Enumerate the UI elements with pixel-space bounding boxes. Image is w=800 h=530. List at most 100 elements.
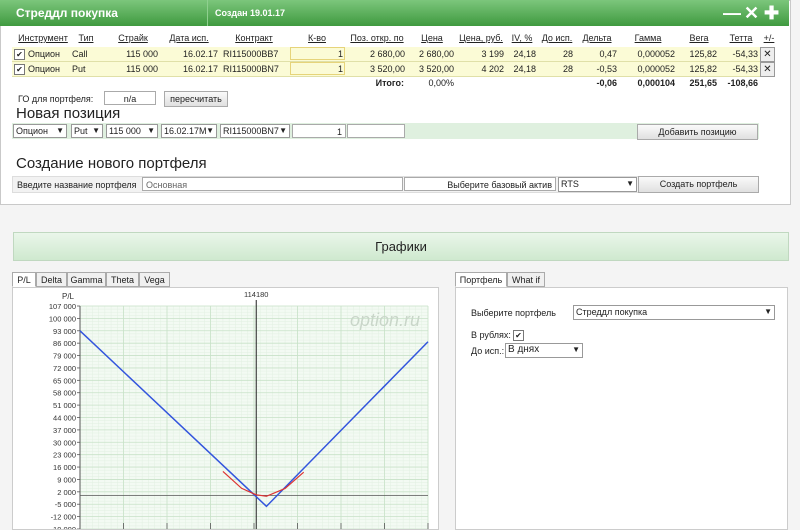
- asset-select[interactable]: RTS ▼: [558, 177, 637, 192]
- col-header-delta[interactable]: Дельта: [577, 31, 617, 45]
- date-select[interactable]: 16.02.17M ▼: [161, 124, 217, 138]
- cell-open: 2 680,00: [369, 49, 405, 59]
- cell-theta: -54,33: [732, 64, 758, 74]
- cell-contract: RI115000BB7: [223, 49, 279, 59]
- create-portfolio-button[interactable]: Создать портфель: [638, 176, 759, 193]
- col-header-price[interactable]: Цена: [409, 31, 455, 45]
- chevron-down-icon: ▼: [206, 126, 214, 135]
- y-tick-label: 2 000: [57, 488, 76, 497]
- tab-portfolio[interactable]: Портфель: [455, 272, 507, 287]
- contract-select[interactable]: RI115000BN7 ▼: [220, 124, 290, 138]
- col-header-vega[interactable]: Вега: [678, 31, 720, 45]
- chevron-down-icon: ▼: [56, 126, 64, 135]
- watermark: option.ru: [350, 310, 420, 330]
- col-header-contract[interactable]: Контракт: [220, 31, 288, 45]
- cell-price-rub: 4 202: [481, 64, 504, 74]
- chevron-down-icon: ▼: [279, 126, 287, 135]
- y-tick-label: 30 000: [53, 438, 76, 447]
- strike-select[interactable]: 115 000 ▼: [106, 124, 158, 138]
- total-delta: -0,06: [596, 78, 617, 88]
- cell-delta: 0,47: [599, 49, 617, 59]
- y-tick-label: 86 000: [53, 339, 76, 348]
- cell-open: 3 520,00: [369, 64, 405, 74]
- cell-strike: 115 000: [126, 64, 158, 74]
- pl-chart: 107 000 100 000 93 000 86 000 79 000 72 000 65…: [49, 290, 429, 529]
- tab-theta[interactable]: Theta: [106, 272, 139, 287]
- type-value: Put: [74, 126, 88, 136]
- minimize-icon[interactable]: —: [723, 4, 741, 22]
- cell-type: Call: [72, 49, 88, 59]
- y-tick-label: -12 000: [51, 513, 76, 522]
- chevron-down-icon: ▼: [92, 126, 100, 135]
- date-value: 16.02.17M: [164, 126, 207, 136]
- col-header-price-rub[interactable]: Цена, руб.: [456, 31, 506, 45]
- cell-date: 16.02.17: [182, 49, 218, 59]
- cell-price: 2 680,00: [418, 49, 454, 59]
- cell-theta: -54,33: [732, 49, 758, 59]
- charts-header: Графики: [13, 232, 789, 261]
- tab-what-if[interactable]: What if: [507, 272, 545, 287]
- days-label: До исп.:: [471, 346, 505, 356]
- cell-iv: 24,18: [513, 49, 536, 59]
- go-label: ГО для портфеля:: [18, 94, 94, 104]
- qty-field-border: [290, 62, 345, 75]
- add-position-button[interactable]: Добавить позицию: [637, 124, 758, 140]
- rub-label: В рублях:: [471, 330, 511, 340]
- cell-vega: 125,82: [689, 64, 717, 74]
- col-header-strike[interactable]: Страйк: [108, 31, 158, 45]
- strike-value: 115 000: [109, 126, 141, 136]
- y-tick-label: 107 000: [49, 302, 76, 311]
- cell-strike: 115 000: [126, 49, 158, 59]
- col-header-date[interactable]: Дата исп.: [160, 31, 218, 45]
- col-header-type[interactable]: Тип: [68, 31, 104, 45]
- remove-row-icon[interactable]: ✕: [760, 47, 775, 62]
- qty-field-border: [290, 47, 345, 60]
- portfolio-select-label: Выберите портфель: [471, 308, 556, 318]
- open-price-input[interactable]: [347, 124, 405, 138]
- portfolio-select[interactable]: Стреддл покупка ▼: [573, 305, 775, 320]
- close-icon[interactable]: ✕: [744, 4, 759, 22]
- cell-contract: RI115000BN7: [223, 64, 279, 74]
- y-tick-label: 58 000: [53, 389, 76, 398]
- tab-vega[interactable]: Vega: [139, 272, 170, 287]
- row-checkbox[interactable]: ✔: [14, 64, 25, 75]
- total-theta: -108,66: [727, 78, 758, 88]
- y-axis-label: P/L: [62, 292, 75, 301]
- portfolio-title: Стреддл покупка: [16, 6, 118, 20]
- charts-title: Графики: [375, 239, 427, 254]
- cell-type: Put: [72, 64, 86, 74]
- y-tick-label: 72 000: [53, 364, 76, 373]
- row-checkbox[interactable]: ✔: [14, 49, 25, 60]
- cell-price: 3 520,00: [418, 64, 454, 74]
- total-label: Итого:: [375, 78, 404, 88]
- col-header-iv[interactable]: IV, %: [508, 31, 536, 45]
- days-select[interactable]: В днях ▼: [505, 343, 583, 358]
- cell-gamma: 0,000052: [637, 64, 675, 74]
- quantity-input[interactable]: 1: [292, 124, 346, 138]
- y-tick-label: 93 000: [53, 327, 76, 336]
- col-header-gamma[interactable]: Гамма: [619, 31, 677, 45]
- col-header-days[interactable]: До исп.: [538, 31, 576, 45]
- col-header-instrument[interactable]: Инструмент: [13, 31, 73, 45]
- col-header-open[interactable]: Поз. откр. по: [347, 31, 407, 45]
- add-icon[interactable]: ✚: [764, 4, 779, 22]
- type-select[interactable]: Put ▼: [71, 124, 103, 138]
- cell-days: 28: [562, 64, 573, 74]
- portfolio-name-input[interactable]: Основная: [142, 177, 403, 191]
- rub-checkbox[interactable]: ✔: [513, 330, 524, 341]
- cell-delta: -0,53: [596, 64, 617, 74]
- cell-iv: 24,18: [513, 64, 536, 74]
- created-date: Создан 19.01.17: [207, 0, 515, 26]
- col-header-plus-minus[interactable]: +/-: [762, 31, 776, 45]
- tab-gamma[interactable]: Gamma: [67, 272, 106, 287]
- new-portfolio-title: Создание нового портфеля: [16, 155, 207, 172]
- col-header-qty[interactable]: К-во: [290, 31, 344, 45]
- col-header-theta[interactable]: Тетта: [722, 31, 760, 45]
- y-tick-label: 37 000: [53, 426, 76, 435]
- tab-delta[interactable]: Delta: [36, 272, 67, 287]
- instrument-select[interactable]: Опцион ▼: [13, 124, 67, 138]
- recalculate-button[interactable]: пересчитать: [164, 91, 228, 107]
- remove-row-icon[interactable]: ✕: [760, 62, 775, 77]
- go-value: n/a: [104, 91, 156, 105]
- tab-pl[interactable]: P/L: [12, 272, 36, 287]
